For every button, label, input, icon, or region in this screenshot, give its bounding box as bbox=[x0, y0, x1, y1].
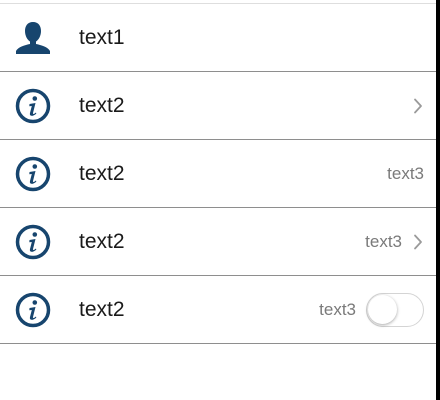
info-icon bbox=[15, 224, 51, 260]
settings-list: text1 text2 text2 text3 text2 text3 text… bbox=[0, 3, 436, 344]
list-item[interactable]: text2 text3 bbox=[0, 208, 436, 276]
info-icon bbox=[15, 156, 51, 192]
list-item-accessory: text3 bbox=[319, 292, 424, 327]
list-item-accessory: text3 bbox=[387, 164, 424, 184]
chevron-right-icon bbox=[412, 97, 424, 115]
list-item[interactable]: text2 bbox=[0, 72, 436, 140]
toggle-knob bbox=[368, 294, 397, 324]
list-item: text2 text3 bbox=[0, 276, 436, 344]
list-item-title: text2 bbox=[79, 297, 125, 321]
list-item-title: text2 bbox=[79, 161, 125, 185]
list-item[interactable]: text1 bbox=[0, 4, 436, 72]
list-item-value: text3 bbox=[387, 163, 424, 183]
list-item-accessory: text3 bbox=[365, 232, 424, 252]
list-item-title: text2 bbox=[79, 229, 125, 253]
info-icon bbox=[15, 88, 51, 124]
list-item[interactable]: text2 text3 bbox=[0, 140, 436, 208]
list-item-value: text3 bbox=[319, 299, 356, 319]
window-edge bbox=[436, 0, 440, 400]
list-item-value: text3 bbox=[365, 231, 402, 251]
list-item-title: text2 bbox=[79, 93, 125, 117]
screen: text1 text2 text2 text3 text2 text3 text… bbox=[0, 0, 440, 400]
list-item-title: text1 bbox=[79, 25, 125, 49]
person-icon bbox=[15, 20, 51, 56]
chevron-right-icon bbox=[412, 233, 424, 251]
list-item-accessory bbox=[412, 97, 424, 115]
toggle-switch[interactable] bbox=[366, 292, 424, 327]
info-icon bbox=[15, 292, 51, 328]
